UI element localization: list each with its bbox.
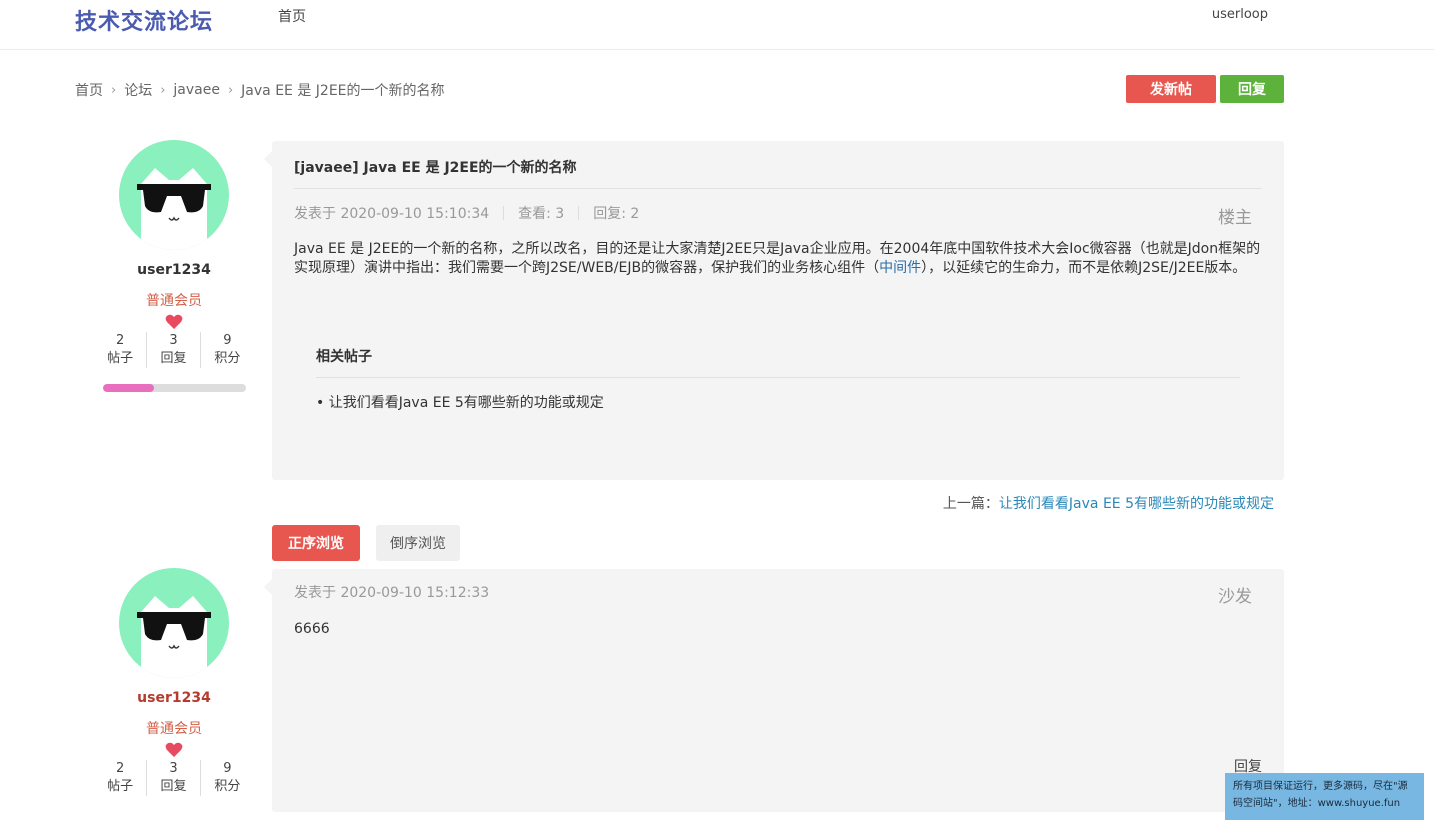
heart-icon (94, 314, 254, 332)
level-progress-fill (102, 384, 154, 392)
site-logo[interactable]: 技术交流论坛 (75, 4, 213, 36)
stat-posts[interactable]: 2 帖子 (94, 332, 148, 368)
breadcrumb-separator: › (227, 82, 234, 98)
stat-replies[interactable]: 3 回复 (147, 760, 201, 796)
breadcrumb-separator: › (111, 82, 117, 98)
watermark-banner: 所有项目保证运行，更多源码，尽在"源码空间站"，地址：www.shuyue.fu… (1225, 773, 1424, 820)
top-header: 技术交流论坛 首页 userloop (0, 0, 1434, 50)
breadcrumb-category[interactable]: javaee (173, 82, 220, 98)
related-post-link[interactable]: • 让我们看看Java EE 5有哪些新的功能或规定 (316, 392, 604, 412)
avatar[interactable] (119, 140, 229, 250)
divider (294, 188, 1262, 189)
reply-post: 发表于 2020-09-10 15:12:33 沙发 6666 回复 (264, 569, 1284, 812)
divider (316, 377, 1240, 378)
meta-separator (503, 206, 505, 220)
stat-posts[interactable]: 2 帖子 (94, 760, 148, 796)
meta-separator (578, 206, 580, 220)
reply-author-card: user1234 普通会员 2 帖子 3 回复 9 积分 (94, 568, 254, 796)
reply-button[interactable]: 回复 (1220, 75, 1284, 103)
sort-descending-button[interactable]: 倒序浏览 (376, 525, 460, 561)
related-posts-title: 相关帖子 (316, 349, 372, 365)
middleware-link[interactable]: 中间件 (879, 260, 921, 276)
sort-ascending-button[interactable]: 正序浏览 (272, 525, 360, 561)
view-count: 查看: 3 (518, 206, 565, 222)
reply-body: 6666 (294, 621, 330, 637)
author-stats: 2 帖子 3 回复 9 积分 (94, 332, 254, 368)
stat-points[interactable]: 9 积分 (201, 760, 254, 796)
current-user-link[interactable]: userloop (1212, 7, 1268, 22)
avatar[interactable] (119, 568, 229, 678)
main-post: [javaee] Java EE 是 J2EE的一个新的名称 发表于 2020-… (264, 141, 1284, 480)
reply-author-username[interactable]: user1234 (94, 690, 254, 706)
stat-replies[interactable]: 3 回复 (147, 332, 201, 368)
member-level: 普通会员 (146, 293, 202, 309)
reply-time: 发表于 2020-09-10 15:12:33 (294, 585, 490, 601)
prev-post-link[interactable]: 让我们看看Java EE 5有哪些新的功能或规定 (999, 496, 1274, 512)
reply-meta: 发表于 2020-09-10 15:12:33 (294, 582, 489, 602)
stat-points[interactable]: 9 积分 (201, 332, 254, 368)
post-time: 发表于 2020-09-10 15:10:34 (294, 206, 490, 222)
breadcrumb-home[interactable]: 首页 (75, 80, 103, 100)
author-username[interactable]: user1234 (94, 262, 254, 278)
heart-icon (94, 742, 254, 760)
reply-author-stats: 2 帖子 3 回复 9 积分 (94, 760, 254, 796)
level-progress-bar (102, 384, 246, 392)
breadcrumb-current: Java EE 是 J2EE的一个新的名称 (241, 83, 445, 99)
post-body: Java EE 是 J2EE的一个新的名称，之所以改名，目的还是让大家清楚J2E… (294, 241, 1261, 276)
floor-label: 楼主 (1218, 208, 1252, 228)
cat-sunglasses-icon (137, 168, 211, 250)
post-meta: 发表于 2020-09-10 15:10:34 查看: 3 回复: 2 (294, 203, 639, 223)
reply-count: 回复: 2 (593, 206, 640, 222)
prev-post-nav: 上一篇：让我们看看Java EE 5有哪些新的功能或规定 (942, 496, 1274, 512)
breadcrumb-separator: › (160, 82, 166, 98)
post-title: [javaee] Java EE 是 J2EE的一个新的名称 (294, 160, 577, 176)
member-level: 普通会员 (146, 721, 202, 737)
breadcrumb-forum[interactable]: 论坛 (124, 80, 152, 100)
floor-label: 沙发 (1218, 587, 1252, 607)
cat-sunglasses-icon (137, 596, 211, 678)
breadcrumb: 首页 › 论坛 › javaee › Java EE 是 J2EE的一个新的名称 (75, 80, 445, 100)
author-card: user1234 普通会员 2 帖子 3 回复 9 积分 (94, 140, 254, 392)
nav-home-link[interactable]: 首页 (278, 6, 306, 26)
new-post-button[interactable]: 发新帖 (1126, 75, 1216, 103)
